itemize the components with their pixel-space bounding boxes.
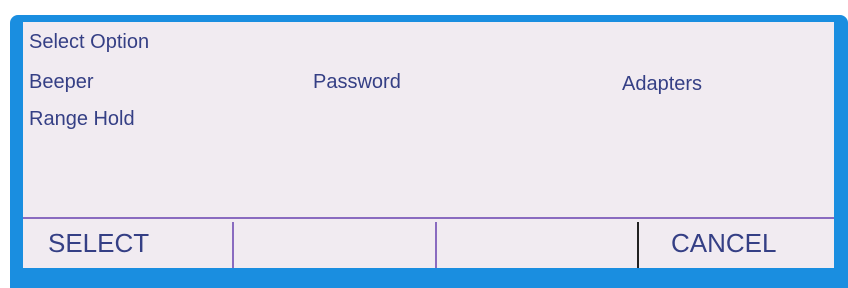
- screen-title: Select Option: [29, 31, 150, 53]
- softkey-bar: SELECT CANCEL: [23, 217, 834, 268]
- softkey-divider-3: [637, 222, 639, 268]
- softkey-3[interactable]: [438, 219, 638, 268]
- softkey-cancel[interactable]: CANCEL: [671, 219, 831, 268]
- softkey-select[interactable]: SELECT: [48, 219, 223, 268]
- softkey-divider-2: [435, 222, 437, 268]
- option-password[interactable]: Password: [313, 70, 401, 94]
- softkey-2[interactable]: [235, 219, 435, 268]
- option-range-hold[interactable]: Range Hold: [29, 107, 135, 131]
- option-adapters[interactable]: Adapters: [622, 72, 702, 96]
- option-beeper[interactable]: Beeper: [29, 70, 94, 94]
- lcd-screen: Select Option Beeper Password Adapters R…: [23, 22, 834, 268]
- softkey-divider-1: [232, 222, 234, 268]
